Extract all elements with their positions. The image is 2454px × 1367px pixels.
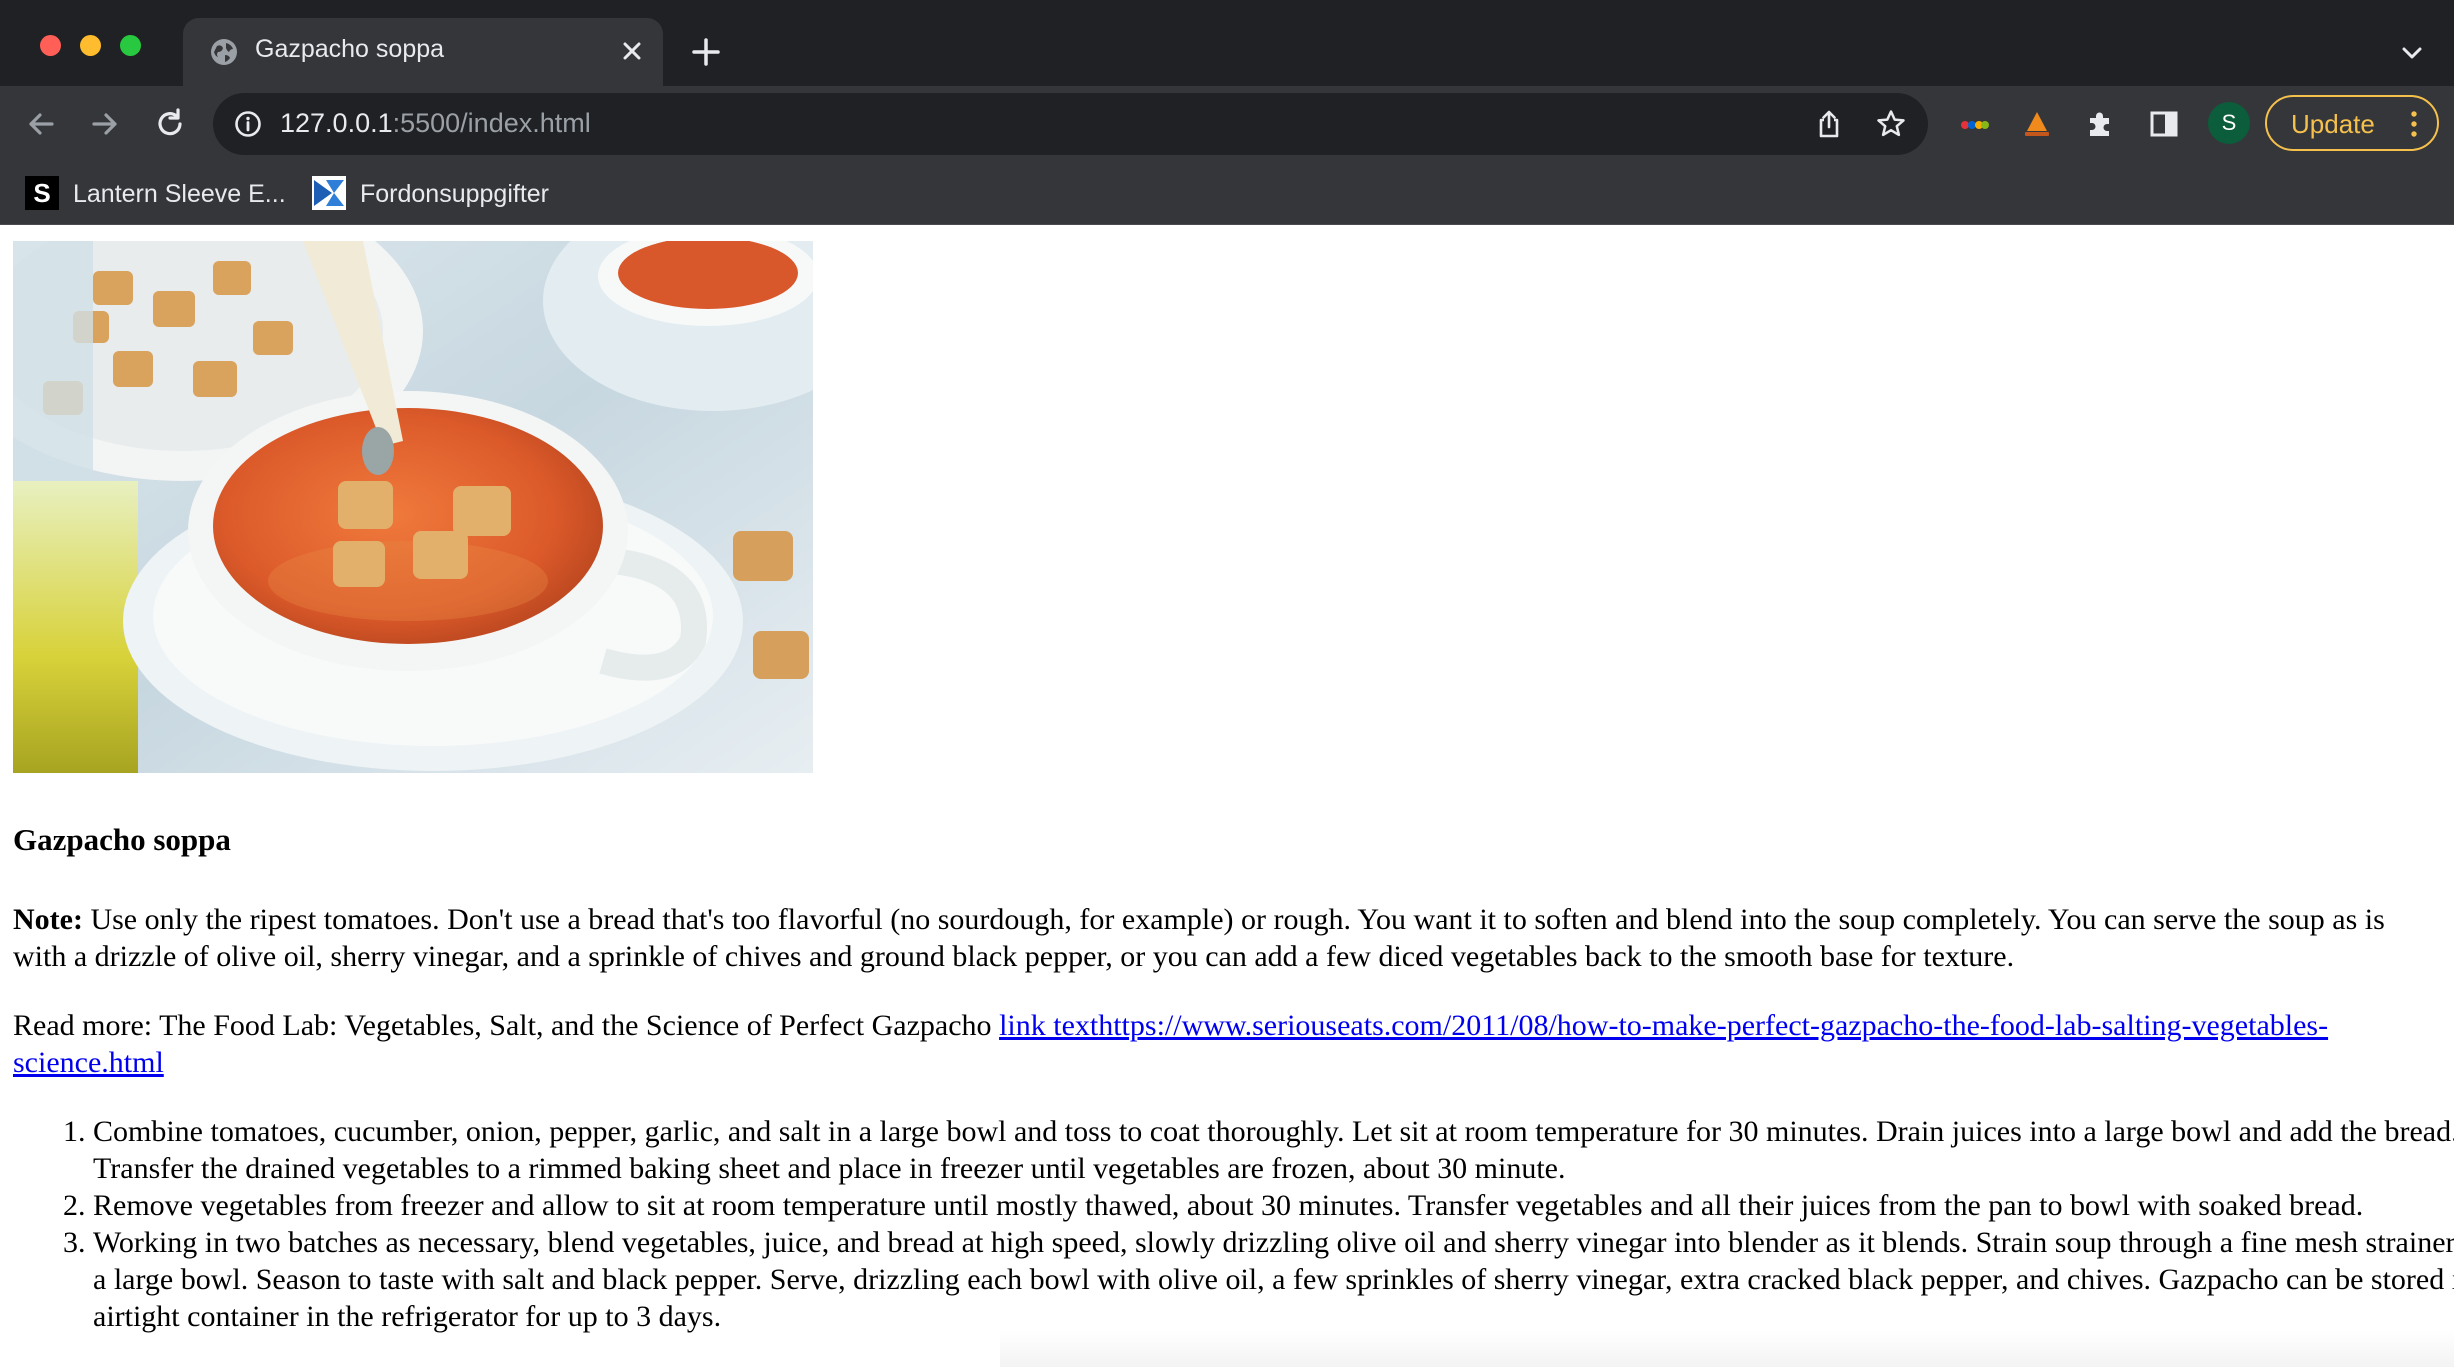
forward-arrow-icon[interactable] <box>86 105 124 143</box>
bookmarks-bar: S Lantern Sleeve E... Fordonsuppgifter <box>0 162 2454 225</box>
read-more-paragraph: Read more: The Food Lab: Vegetables, Sal… <box>13 1007 2433 1081</box>
chevron-down-icon[interactable] <box>2395 36 2429 70</box>
tab-title: Gazpacho soppa <box>255 35 445 63</box>
bookmark-star-icon[interactable] <box>1875 108 1907 140</box>
reload-icon[interactable] <box>151 105 189 143</box>
bookmark-label: Fordonsuppgifter <box>360 180 550 208</box>
update-button[interactable]: Update <box>2265 95 2439 151</box>
honey-extension-icon[interactable] <box>2018 105 2056 143</box>
info-icon[interactable] <box>233 109 263 139</box>
globe-icon <box>211 39 237 65</box>
ebay-extension-icon[interactable] <box>1955 105 1993 143</box>
recipe-title: Gazpacho soppa <box>13 822 231 857</box>
url-host: 127.0.0.1 <box>280 108 393 138</box>
new-tab-plus-icon[interactable] <box>688 34 724 70</box>
update-label: Update <box>2291 109 2375 139</box>
close-window-button[interactable] <box>40 35 61 56</box>
transportstyrelsen-icon <box>312 176 346 210</box>
browser-tab-active[interactable]: Gazpacho soppa <box>183 18 663 86</box>
puzzle-extensions-icon[interactable] <box>2082 105 2120 143</box>
profile-avatar[interactable]: S <box>2208 102 2250 144</box>
s-logo-icon: S <box>25 176 59 210</box>
close-icon[interactable] <box>615 34 649 68</box>
minimize-window-button[interactable] <box>80 35 101 56</box>
bottom-shadow <box>1000 1330 2454 1367</box>
browser-toolbar: 127.0.0.1:5500/index.html S Update <box>0 86 2454 162</box>
recipe-steps-list: Combine tomatoes, cucumber, onion, peppe… <box>13 1113 2454 1335</box>
list-item: Remove vegetables from freezer and allow… <box>93 1187 2454 1224</box>
url-path: :5500/index.html <box>392 108 591 138</box>
side-panel-icon[interactable] <box>2145 105 2183 143</box>
maximize-window-button[interactable] <box>120 35 141 56</box>
list-item: Working in two batches as necessary, ble… <box>93 1224 2454 1335</box>
address-bar[interactable]: 127.0.0.1:5500/index.html <box>213 93 1928 155</box>
note-paragraph: Note: Use only the ripest tomatoes. Don'… <box>13 901 2433 975</box>
note-text: Use only the ripest tomatoes. Don't use … <box>13 903 2385 973</box>
bookmark-label: Lantern Sleeve E... <box>73 180 286 208</box>
back-arrow-icon[interactable] <box>22 105 60 143</box>
note-label: Note: <box>13 903 83 936</box>
gazpacho-photo <box>13 241 813 773</box>
read-more-text: Read more: The Food Lab: Vegetables, Sal… <box>13 1009 1000 1042</box>
list-item: Combine tomatoes, cucumber, onion, peppe… <box>93 1113 2454 1187</box>
url-text[interactable]: 127.0.0.1:5500/index.html <box>280 108 591 139</box>
tab-strip: Gazpacho soppa <box>0 0 2454 86</box>
share-icon[interactable] <box>1813 108 1845 140</box>
more-vertical-icon[interactable] <box>2409 109 2419 139</box>
